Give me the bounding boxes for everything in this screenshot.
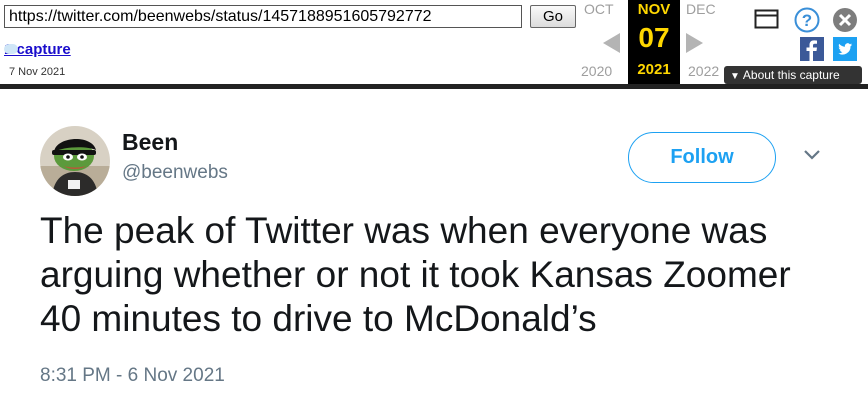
svg-text:?: ?	[802, 11, 812, 30]
sparkline-ghost-icon	[4, 44, 18, 54]
go-button[interactable]: Go	[530, 5, 576, 28]
avatar[interactable]	[40, 126, 110, 196]
facebook-icon[interactable]	[800, 37, 824, 61]
twitter-icon[interactable]	[833, 37, 857, 61]
tweet-timestamp[interactable]: 8:31 PM - 6 Nov 2021	[40, 365, 225, 387]
chevron-left-icon[interactable]	[600, 32, 622, 54]
user-handle[interactable]: @beenwebs	[122, 162, 228, 184]
window-icon[interactable]	[754, 8, 780, 30]
capture-date: 7 Nov 2021	[9, 66, 66, 78]
wayback-toolbar: https://twitter.com/beenwebs/status/1457…	[0, 0, 868, 88]
prev-year-link[interactable]: 2020	[581, 63, 612, 79]
prev-month-link[interactable]: OCT	[584, 1, 614, 17]
chevron-right-icon[interactable]	[684, 32, 706, 54]
url-input[interactable]: https://twitter.com/beenwebs/status/1457…	[4, 5, 522, 28]
toolbar-divider	[0, 84, 868, 89]
next-year-link[interactable]: 2022	[688, 63, 719, 79]
about-capture-label: About this capture	[742, 68, 840, 82]
current-month: NOV	[637, 1, 671, 18]
about-capture-button[interactable]: ▼ About this capture	[724, 66, 862, 84]
close-icon[interactable]	[832, 7, 858, 33]
current-date-block: NOV 07 2021	[628, 0, 680, 84]
help-icon[interactable]: ?	[794, 7, 820, 33]
follow-button[interactable]: Follow	[628, 132, 776, 183]
next-month-link[interactable]: DEC	[686, 1, 716, 17]
avatar-image	[40, 126, 110, 196]
tweet-text: The peak of Twitter was when everyone wa…	[40, 210, 791, 339]
caret-down-icon: ▼	[730, 71, 740, 82]
display-name[interactable]: Been	[122, 129, 178, 156]
chevron-down-icon[interactable]	[802, 148, 822, 162]
current-year: 2021	[637, 61, 671, 78]
current-day: 07	[638, 22, 670, 53]
